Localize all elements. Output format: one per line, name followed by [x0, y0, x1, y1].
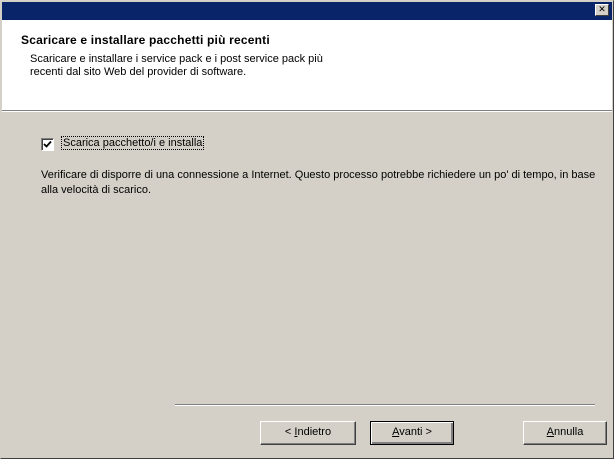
footer-divider-highlight [175, 405, 595, 406]
download-checkbox[interactable] [41, 138, 54, 151]
info-text: Verificare di disporre di una connession… [41, 169, 596, 196]
close-button[interactable]: ✕ [595, 4, 609, 16]
wizard-header: Scaricare e installare pacchetti più rec… [2, 20, 612, 110]
title-bar[interactable]: ✕ [2, 2, 612, 20]
installer-window: ✕ Scaricare e installare pacchetti più r… [0, 0, 614, 459]
header-divider-highlight [2, 111, 612, 112]
next-button-label: vanti > [399, 426, 432, 438]
back-button-label: ndietro [297, 426, 332, 438]
page-subtitle: Scaricare e installare i service pack e … [30, 53, 323, 78]
close-icon: ✕ [598, 5, 606, 15]
checkmark-icon [43, 140, 52, 148]
cancel-button[interactable]: Annulla [523, 421, 607, 445]
back-button[interactable]: < Indietro [260, 421, 356, 445]
cancel-button-mnemonic: A [546, 426, 554, 438]
page-title: Scaricare e installare pacchetti più rec… [21, 33, 270, 47]
back-button-prefix: < [284, 426, 295, 438]
next-button[interactable]: Avanti > [370, 421, 454, 445]
cancel-button-label: nnulla [553, 426, 584, 438]
download-checkbox-label[interactable]: Scarica pacchetto/i e installa [60, 136, 205, 150]
